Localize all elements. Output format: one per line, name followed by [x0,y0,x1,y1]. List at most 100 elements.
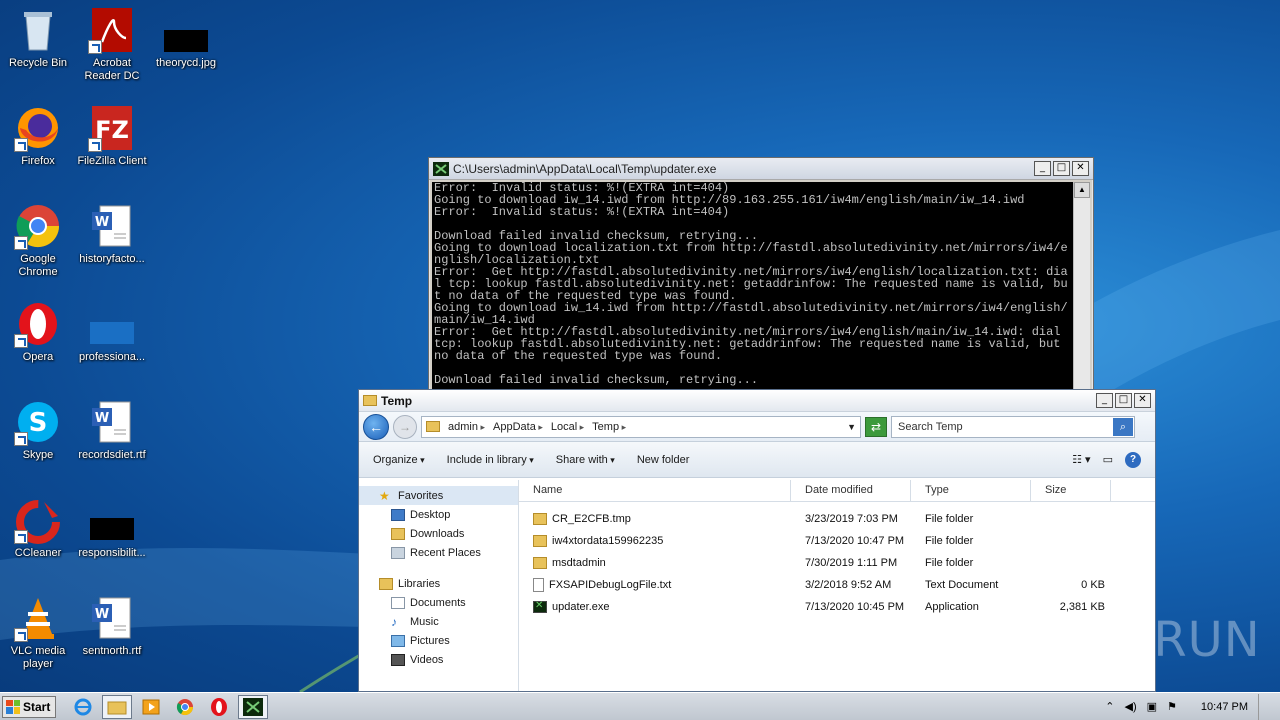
show-hidden-icons-icon[interactable]: ⌃ [1105,700,1114,713]
nav-label: Downloads [410,527,465,540]
start-button[interactable]: Start [2,695,56,718]
taskbar-updater-console[interactable] [238,694,268,719]
taskbar-ie[interactable] [68,695,98,719]
desktop-icon-label: responsibilit... [78,547,146,559]
maximize-button[interactable]: □ [1053,161,1070,176]
nav-libraries[interactable]: Libraries [359,574,518,593]
close-button[interactable]: ✕ [1134,393,1151,408]
share-with-button[interactable]: Share with [556,454,615,466]
view-options-icon[interactable]: ☷ ▾ [1072,453,1090,466]
nav-documents[interactable]: Documents [359,593,518,612]
search-icon[interactable]: ⌕ [1113,417,1133,436]
nav-recent-places[interactable]: Recent Places [359,543,518,562]
taskbar-chrome[interactable] [170,695,200,719]
nav-favorites[interactable]: ★ Favorites [359,486,518,505]
nav-label: Favorites [398,489,444,502]
breadcrumb-item[interactable]: AppData [493,421,543,433]
desktop-icon-skype[interactable]: S Skype [0,398,76,462]
shortcut-arrow-icon [14,628,28,642]
breadcrumb-item[interactable]: Temp [592,421,626,433]
address-bar-row: ← → admin AppData Local Temp ▼ ⇄ Search … [359,412,1155,442]
desktop-icon-theorycd[interactable]: theorycd.jpg [148,20,224,70]
show-desktop-button[interactable] [1258,693,1270,720]
desktop-icon-chrome[interactable]: Google Chrome [0,202,76,279]
forward-button[interactable]: → [393,414,417,439]
skype-icon: S [14,398,62,446]
column-header-name[interactable]: Name [519,480,791,501]
desktop-icon-acrobat-reader[interactable]: Acrobat Reader DC [74,6,150,83]
minimize-button[interactable]: _ [1096,393,1113,408]
nav-downloads[interactable]: Downloads [359,524,518,543]
help-icon[interactable]: ? [1125,451,1141,468]
svg-text:W: W [95,215,109,230]
file-name: FXSAPIDebugLogFile.txt [549,579,672,591]
network-icon[interactable]: ▣ [1147,700,1157,713]
file-type: File folder [925,513,974,525]
desktop-icon-firefox[interactable]: Firefox [0,104,76,168]
organize-button[interactable]: Organize [373,454,425,466]
chrome-icon [176,698,194,715]
console-titlebar[interactable]: C:\Users\admin\AppData\Local\Temp\update… [429,158,1093,180]
recycle-bin-icon [14,6,62,54]
word-document-icon: W [88,398,136,446]
back-button[interactable]: ← [363,413,389,440]
desktop-icon [391,508,405,521]
close-button[interactable]: ✕ [1072,161,1089,176]
taskbar-clock[interactable]: 10:47 PM [1201,701,1248,713]
taskbar-explorer[interactable] [102,694,132,719]
column-header-type[interactable]: Type [911,480,1031,501]
file-name: iw4xtordata159962235 [552,535,664,547]
nav-music[interactable]: ♪ Music [359,612,518,631]
new-folder-button[interactable]: New folder [637,454,690,466]
console-output-area[interactable]: Error: Invalid status: %!(EXTRA int=404)… [432,182,1073,393]
console-window[interactable]: C:\Users\admin\AppData\Local\Temp\update… [428,157,1094,397]
breadcrumb-item[interactable]: admin [448,421,485,433]
desktop-icon-recycle-bin[interactable]: Recycle Bin [0,6,76,70]
svg-text:W: W [95,411,109,426]
file-row[interactable]: CR_E2CFB.tmp 3/23/2019 7:03 PM File fold… [519,508,1155,530]
desktop-icon-vlc[interactable]: VLC media player [0,594,76,671]
start-label: Start [23,699,51,714]
desktop-icon-filezilla[interactable]: FZ FileZilla Client [74,104,150,168]
desktop-icon-ccleaner[interactable]: CCleaner [0,496,76,560]
desktop-icon-label: CCleaner [14,547,62,559]
shortcut-arrow-icon [14,236,28,250]
column-header-date[interactable]: Date modified [791,480,911,501]
minimize-button[interactable]: _ [1034,161,1051,176]
file-row[interactable]: FXSAPIDebugLogFile.txt 3/2/2018 9:52 AM … [519,574,1155,596]
explorer-titlebar[interactable]: Temp _ □ ✕ [359,390,1155,412]
desktop-icon-historyfacto[interactable]: W historyfacto... [74,202,150,266]
nav-label: Pictures [410,634,450,647]
nav-pictures[interactable]: Pictures [359,631,518,650]
flag-icon[interactable]: ⚑ [1167,700,1177,713]
column-header-size[interactable]: Size [1031,480,1111,501]
search-input[interactable]: Search Temp ⌕ [891,415,1135,438]
file-row[interactable]: msdtadmin 7/30/2019 1:11 PM File folder [519,552,1155,574]
maximize-button[interactable]: □ [1115,393,1132,408]
desktop-icon-professiona[interactable]: professiona... [74,300,150,364]
scroll-up-icon[interactable]: ▲ [1074,182,1090,198]
console-scrollbar[interactable]: ▲ [1073,182,1090,393]
nav-videos[interactable]: Videos [359,650,518,669]
nav-label: Desktop [410,508,451,521]
address-bar[interactable]: admin AppData Local Temp ▼ [421,415,861,438]
taskbar-opera[interactable] [204,695,234,719]
speaker-icon[interactable]: ◀) [1125,700,1137,713]
nav-desktop[interactable]: Desktop [359,505,518,524]
include-in-library-button[interactable]: Include in library [447,454,534,466]
preview-pane-icon[interactable]: ▭ [1103,453,1113,466]
taskbar-media-player[interactable] [136,695,166,719]
desktop-icon-responsibilit[interactable]: responsibilit... [74,510,150,560]
file-size: 0 KB [1081,579,1105,591]
file-row[interactable]: iw4xtordata159962235 7/13/2020 10:47 PM … [519,530,1155,552]
desktop-icon-sentnorth[interactable]: W sentnorth.rtf [74,594,150,658]
navigation-pane[interactable]: ★ Favorites Desktop Downloads Recent Pla… [359,480,519,691]
refresh-button[interactable]: ⇄ [865,416,887,437]
breadcrumb-item[interactable]: Local [551,421,584,433]
folder-icon [363,395,377,406]
desktop-icon-recordsdiet[interactable]: W recordsdiet.rtf [74,398,150,462]
chevron-down-icon[interactable]: ▼ [847,422,856,432]
libraries-icon [379,577,393,590]
desktop-icon-opera[interactable]: Opera [0,300,76,364]
file-name: CR_E2CFB.tmp [552,513,631,525]
